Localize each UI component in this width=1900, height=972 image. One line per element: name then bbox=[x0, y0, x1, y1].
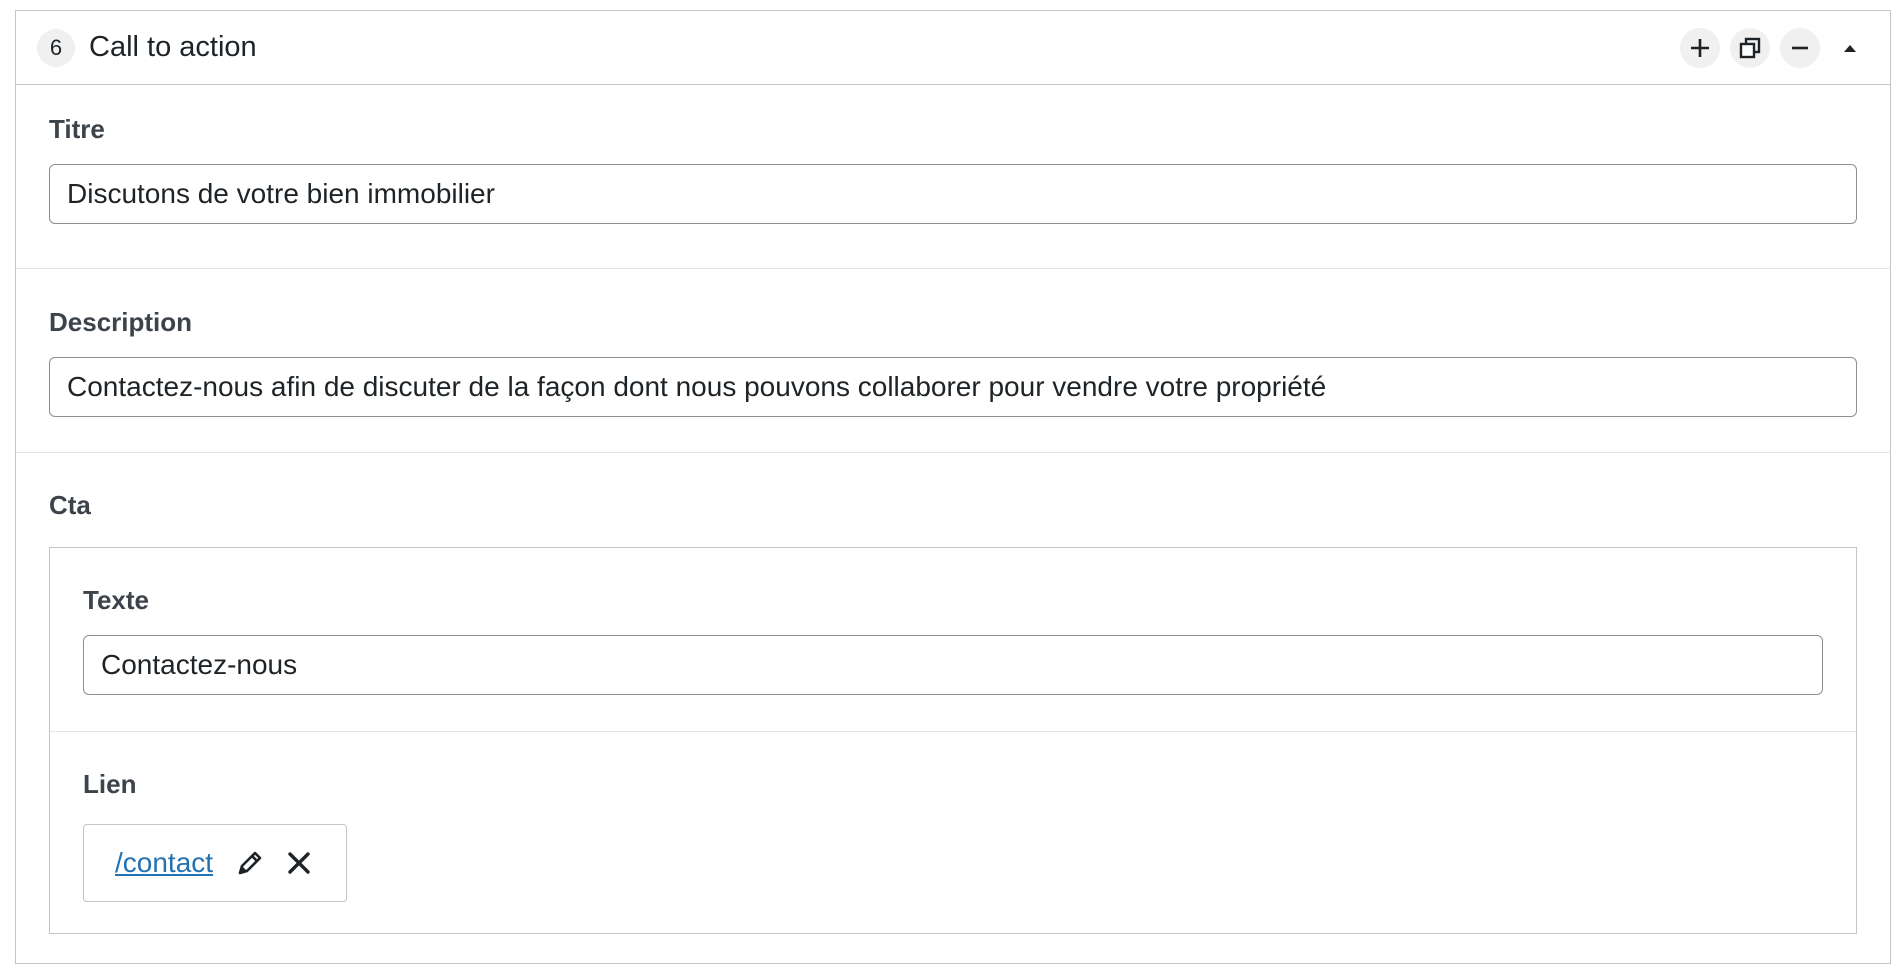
minus-icon bbox=[1792, 46, 1808, 49]
description-label: Description bbox=[49, 307, 193, 337]
duplicate-block-button[interactable] bbox=[1730, 27, 1770, 68]
edit-link-button[interactable] bbox=[235, 848, 265, 878]
texte-label: Texte bbox=[83, 585, 149, 615]
plus-icon bbox=[1691, 38, 1709, 57]
cta-group: Texte Lien /contact bbox=[49, 547, 1857, 934]
block-header: 6 Call to action bbox=[16, 11, 1890, 85]
field-titre: Titre bbox=[16, 85, 1890, 269]
cta-label: Cta bbox=[49, 490, 91, 520]
add-block-button[interactable] bbox=[1680, 27, 1720, 68]
description-input[interactable] bbox=[49, 357, 1857, 417]
field-lien: Lien /contact bbox=[50, 732, 1856, 902]
block-order-badge: 6 bbox=[37, 28, 75, 67]
field-texte: Texte bbox=[50, 548, 1856, 732]
block-actions bbox=[1680, 27, 1870, 68]
remove-link-button[interactable] bbox=[287, 851, 311, 875]
collapse-block-button[interactable] bbox=[1830, 28, 1870, 68]
titre-label: Titre bbox=[49, 114, 105, 144]
link-url[interactable]: /contact bbox=[115, 847, 213, 879]
field-cta: Cta Texte Lien /contact bbox=[16, 453, 1890, 934]
lien-label: Lien bbox=[83, 769, 137, 799]
field-description: Description bbox=[16, 269, 1890, 453]
remove-block-button[interactable] bbox=[1780, 27, 1820, 68]
triangle-up-icon bbox=[1844, 44, 1856, 52]
duplicate-icon bbox=[1739, 37, 1761, 58]
close-icon bbox=[288, 852, 310, 874]
pencil-icon bbox=[238, 851, 262, 875]
texte-input[interactable] bbox=[83, 635, 1823, 695]
block-title: Call to action bbox=[89, 31, 257, 63]
link-preview: /contact bbox=[83, 824, 347, 902]
call-to-action-block: 6 Call to action Titre Discutons de votr… bbox=[15, 10, 1891, 964]
titre-input[interactable] bbox=[49, 164, 1857, 224]
